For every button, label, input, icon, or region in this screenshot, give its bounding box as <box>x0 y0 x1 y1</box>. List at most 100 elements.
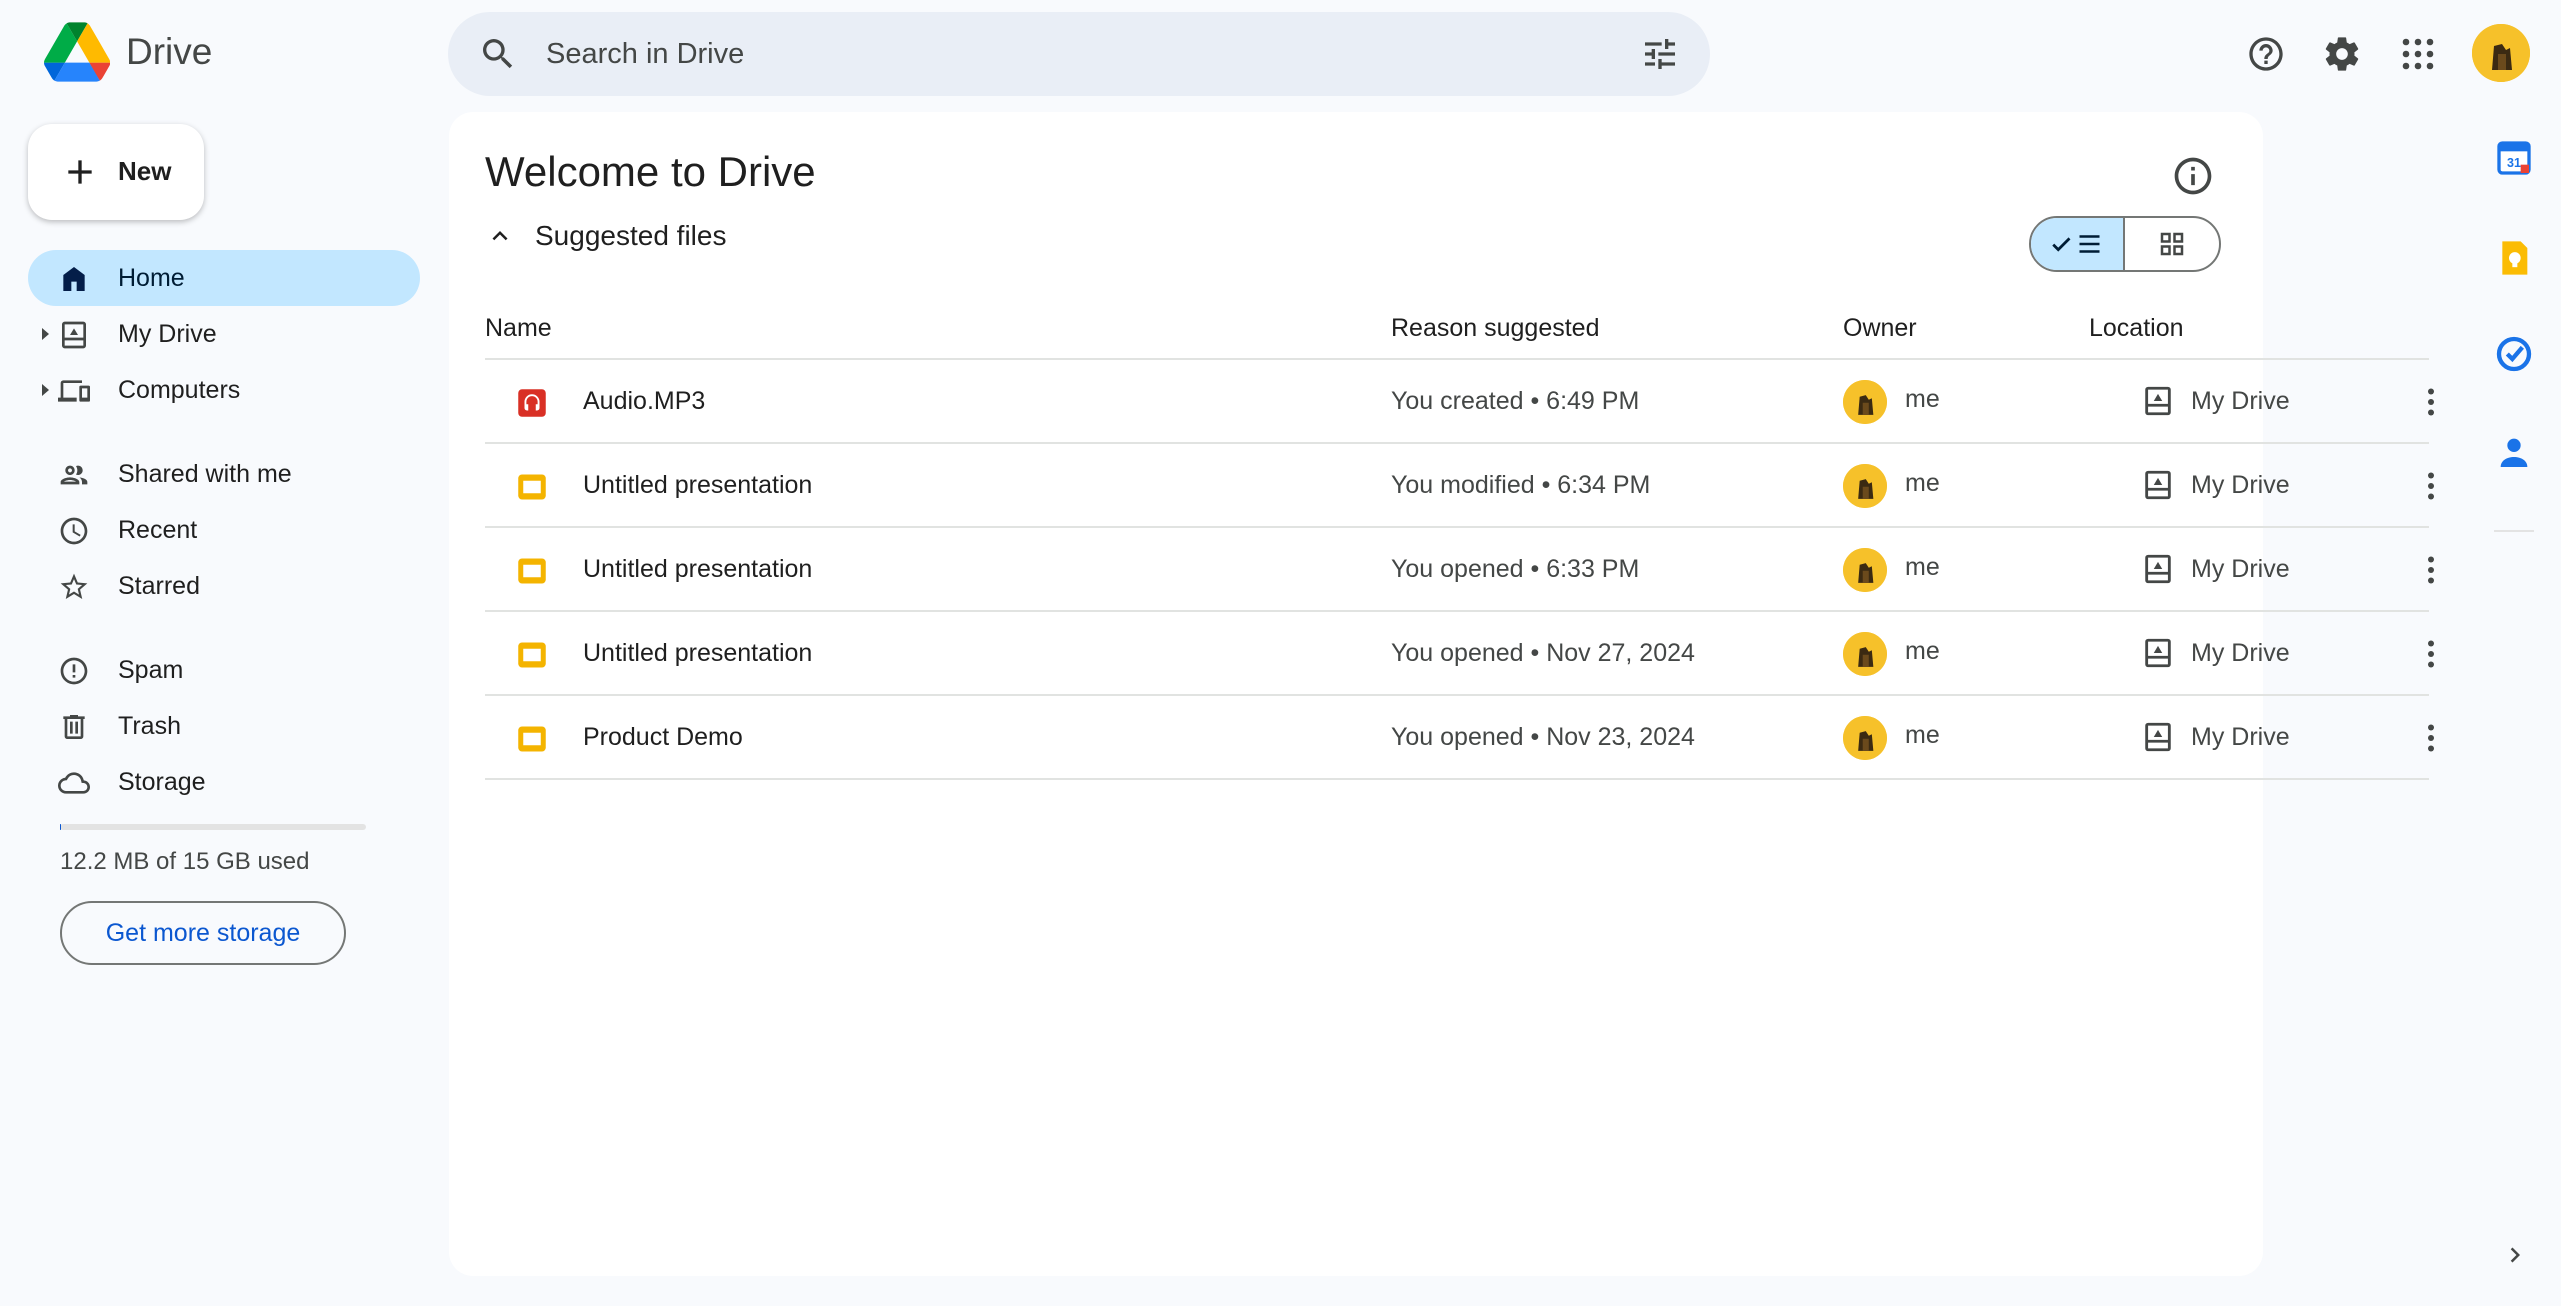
my-drive-location-icon <box>2145 470 2171 500</box>
grid-icon <box>2160 232 2184 256</box>
sidebar-item-label: Home <box>118 264 185 292</box>
sidebar-item-starred[interactable]: Starred <box>28 558 420 614</box>
table-row[interactable]: Untitled presentation You opened • 6:33 P… <box>485 528 2434 612</box>
help-button[interactable] <box>2240 28 2292 80</box>
file-name[interactable]: Untitled presentation <box>583 555 812 584</box>
more-options-icon[interactable] <box>2413 720 2449 756</box>
section-label: Suggested files <box>535 220 727 251</box>
account-avatar[interactable] <box>2472 24 2530 82</box>
reason-suggested: You opened • Nov 27, 2024 <box>1391 639 1695 667</box>
table-row[interactable]: Untitled presentation You opened • Nov 27… <box>485 612 2434 696</box>
contacts-icon[interactable] <box>2494 432 2534 472</box>
column-header-reason: Reason suggested <box>1391 314 1600 342</box>
new-button[interactable]: New <box>28 124 204 220</box>
my-drive-location-icon <box>2145 722 2171 752</box>
list-view-button[interactable] <box>2031 218 2126 270</box>
owner-avatar-image-icon <box>1843 380 1887 424</box>
info-icon[interactable] <box>2171 154 2215 198</box>
search-options-icon[interactable] <box>1640 34 1680 74</box>
slides-file-icon <box>518 558 546 584</box>
location-name[interactable]: My Drive <box>2191 471 2290 500</box>
sidebar-item-label: Computers <box>118 376 241 404</box>
drive-logo[interactable]: Drive <box>44 22 212 82</box>
chevron-right-icon[interactable] <box>2500 1240 2530 1270</box>
cloud-icon <box>58 772 90 794</box>
reason-suggested: You modified • 6:34 PM <box>1391 471 1651 499</box>
keep-icon[interactable] <box>2494 238 2534 278</box>
search-icon[interactable] <box>478 34 518 74</box>
tasks-icon[interactable] <box>2494 334 2534 374</box>
grid-view-button[interactable] <box>2125 218 2219 270</box>
get-more-storage-button[interactable]: Get more storage <box>60 901 346 965</box>
more-options-icon[interactable] <box>2413 636 2449 672</box>
file-name[interactable]: Untitled presentation <box>583 471 812 500</box>
svg-text:31: 31 <box>2507 156 2521 170</box>
settings-icon <box>2325 37 2359 71</box>
table-row[interactable]: Untitled presentation You modified • 6:34… <box>485 444 2434 528</box>
more-options-icon[interactable] <box>2413 468 2449 504</box>
settings-button[interactable] <box>2316 28 2368 80</box>
reason-suggested: You opened • 6:33 PM <box>1391 555 1640 583</box>
my-drive-location-icon <box>2145 554 2171 584</box>
search-bar[interactable] <box>448 12 1710 96</box>
owner-avatar <box>1843 548 1887 592</box>
sidebar-item-label: My Drive <box>118 320 217 348</box>
sidebar-item-shared-with-me[interactable]: Shared with me <box>28 446 420 502</box>
column-header-name[interactable]: Name <box>485 314 552 343</box>
sidebar-item-recent[interactable]: Recent <box>28 502 420 558</box>
view-toggle <box>2029 216 2221 272</box>
rail-divider <box>2494 530 2534 532</box>
reason-suggested: You created • 6:49 PM <box>1391 387 1640 415</box>
table-header: Name Reason suggested Owner Location <box>485 300 2429 360</box>
home-icon <box>63 267 85 291</box>
sidebar-item-label: Recent <box>118 516 198 544</box>
check-list-icon <box>2052 235 2100 253</box>
owner-avatar-image-icon <box>1843 548 1887 592</box>
page-title: Welcome to Drive <box>485 148 816 195</box>
file-name[interactable]: Product Demo <box>583 723 743 752</box>
apps-button[interactable] <box>2392 28 2444 80</box>
chevron-up-icon <box>492 231 508 241</box>
computers-icon <box>58 380 90 402</box>
file-name[interactable]: Untitled presentation <box>583 639 812 668</box>
drive-logo-icon <box>44 22 110 82</box>
location-name[interactable]: My Drive <box>2191 639 2290 668</box>
file-name[interactable]: Audio.MP3 <box>583 387 705 416</box>
my-drive-location-icon <box>2145 386 2171 416</box>
sidebar-item-trash[interactable]: Trash <box>28 698 420 754</box>
reason-suggested: You opened • Nov 23, 2024 <box>1391 723 1695 751</box>
spam-icon <box>60 657 88 685</box>
sidebar-item-home[interactable]: Home <box>28 250 420 306</box>
sidebar-item-computers[interactable]: Computers <box>28 362 420 418</box>
calendar-icon[interactable]: 31 <box>2494 138 2534 178</box>
owner-avatar-image-icon <box>1843 716 1887 760</box>
location-name[interactable]: My Drive <box>2191 387 2290 416</box>
help-icon <box>2249 37 2283 71</box>
sidebar-item-label: Spam <box>118 656 184 684</box>
more-options-icon[interactable] <box>2413 552 2449 588</box>
owner-name: me <box>1905 721 1940 749</box>
apps-grid-icon <box>2402 38 2434 70</box>
star-icon <box>60 573 88 599</box>
suggested-files-header[interactable]: Suggested files <box>485 220 726 252</box>
sidebar-item-storage[interactable]: Storage <box>28 754 420 810</box>
sidebar-item-my-drive[interactable]: My Drive <box>28 306 420 362</box>
sidebar-item-spam[interactable]: Spam <box>28 642 420 698</box>
owner-name: me <box>1905 385 1940 413</box>
owner-name: me <box>1905 637 1940 665</box>
expand-arrow-icon[interactable] <box>42 384 49 396</box>
new-button-label: New <box>118 156 172 186</box>
sidebar-item-label: Shared with me <box>118 460 292 488</box>
owner-avatar-image-icon <box>1843 464 1887 508</box>
location-name[interactable]: My Drive <box>2191 555 2290 584</box>
slides-file-icon <box>518 642 546 668</box>
table-row[interactable]: Audio.MP3 You created • 6:49 PM me My Drive <box>485 360 2434 444</box>
more-options-icon[interactable] <box>2413 384 2449 420</box>
owner-avatar <box>1843 632 1887 676</box>
expand-arrow-icon[interactable] <box>42 328 49 340</box>
search-input[interactable] <box>546 30 1546 78</box>
owner-avatar <box>1843 380 1887 424</box>
location-name[interactable]: My Drive <box>2191 723 2290 752</box>
plus-icon <box>68 160 92 184</box>
table-row[interactable]: Product Demo You opened • Nov 23, 2024 me M… <box>485 696 2434 780</box>
